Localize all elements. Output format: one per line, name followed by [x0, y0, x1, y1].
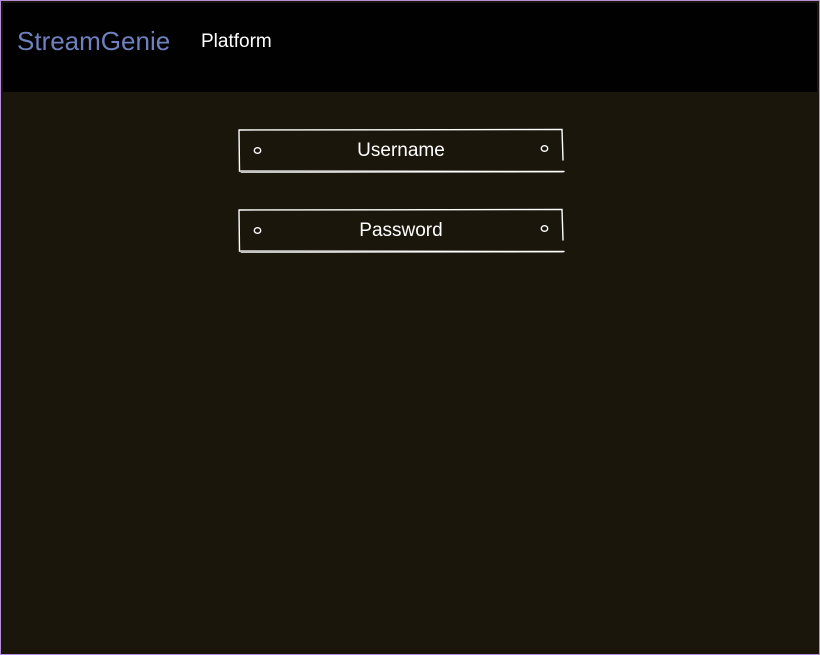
username-field[interactable]: Username	[238, 128, 565, 173]
brand-logo[interactable]: StreamGenie	[17, 26, 170, 57]
circle-outline-icon	[540, 145, 549, 152]
password-placeholder: Password	[359, 220, 443, 241]
app-window: StreamGenie Platform Username Password	[0, 0, 820, 655]
top-header: StreamGenie Platform	[3, 3, 817, 92]
username-placeholder: Username	[357, 140, 445, 161]
circle-outline-icon	[540, 225, 549, 232]
nav-link-platform[interactable]: Platform	[201, 31, 272, 53]
password-field[interactable]: Password	[238, 208, 565, 253]
